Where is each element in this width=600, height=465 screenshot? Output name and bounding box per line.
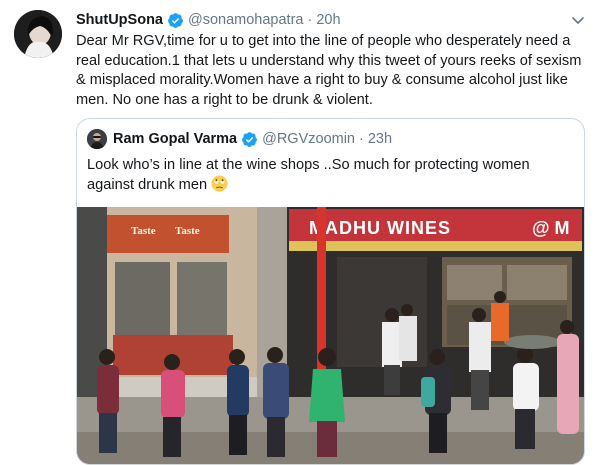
tweet-header: ShutUpSona @sonamohapatra · 20h (76, 10, 580, 30)
chevron-down-icon[interactable] (570, 12, 586, 28)
shop-sign-suffix: @ M (532, 218, 570, 238)
left-sign-text-2: Taste (175, 225, 200, 237)
quoted-tweet-text: Look who’s in line at the wine shops ..S… (87, 155, 567, 195)
shop-sign-text: MADHU WINES (309, 218, 451, 238)
street-photo[interactable]: Taste Taste MADHU WINES @ M (77, 207, 584, 464)
quoted-author-name: Ram Gopal Varma (113, 131, 238, 147)
face-with-rolling-eyes-icon (211, 175, 228, 192)
left-sign-text-1: Taste (131, 225, 156, 237)
tweet-timestamp[interactable]: 20h (316, 12, 340, 28)
verified-badge-icon (242, 131, 258, 147)
verified-badge-icon (168, 12, 183, 28)
author-handle[interactable]: @sonamohapatra (188, 12, 303, 28)
quoted-header-separator: · (359, 131, 364, 147)
quoted-tweet-timestamp: 23h (367, 131, 393, 147)
header-separator: · (307, 12, 313, 28)
tweet-text: Dear Mr RGV,time for u to get into the l… (76, 33, 582, 108)
quoted-author-avatar (87, 129, 107, 149)
quoted-tweet[interactable]: Ram Gopal Varma @RGVzoomin · 23h Look wh… (76, 118, 585, 465)
author-name[interactable]: ShutUpSona (76, 12, 163, 28)
quoted-tweet-header: Ram Gopal Varma @RGVzoomin · 23h (87, 129, 392, 149)
quoted-author-handle: @RGVzoomin (262, 131, 355, 147)
author-avatar[interactable] (14, 10, 62, 58)
tweet-card[interactable]: ShutUpSona @sonamohapatra · 20h Dear Mr … (0, 0, 600, 465)
quoted-tweet-text-content: Look who’s in line at the wine shops ..S… (87, 157, 530, 193)
